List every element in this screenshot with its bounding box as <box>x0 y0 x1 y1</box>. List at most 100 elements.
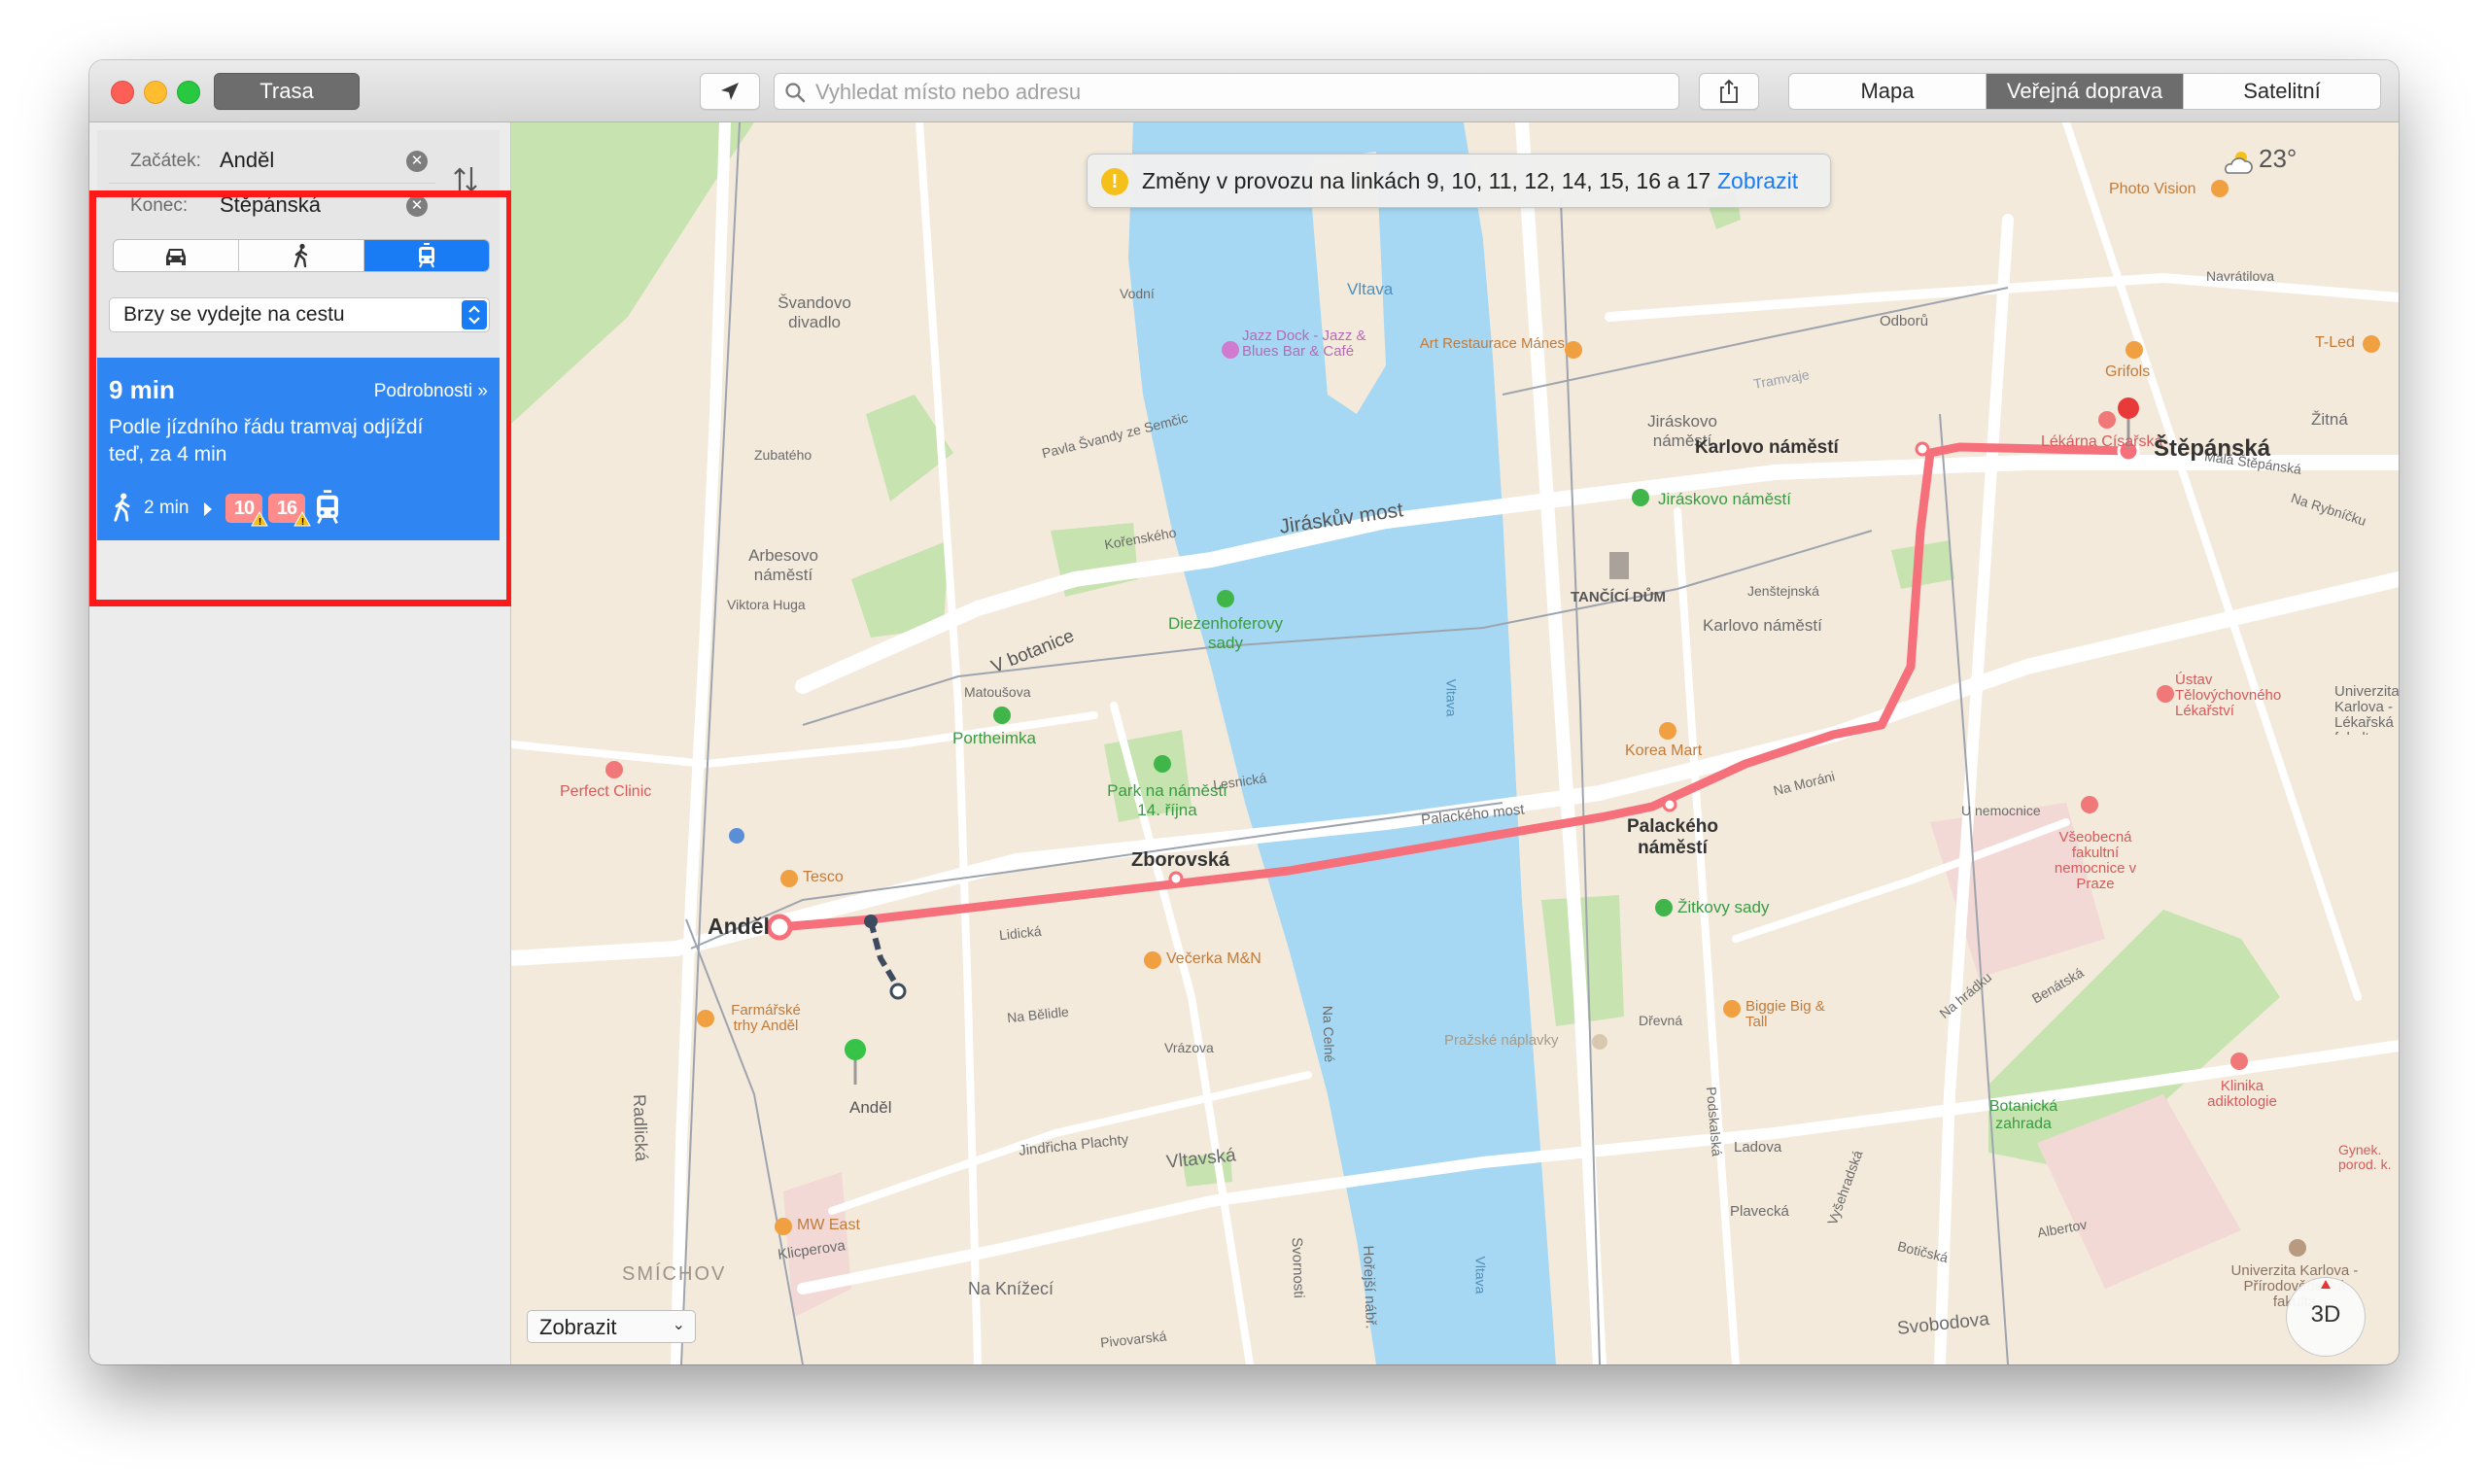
map-label: Arbesovo náměstí <box>748 546 818 584</box>
search-field[interactable] <box>774 73 1679 110</box>
chevron-down-icon: ⌄ <box>672 1317 685 1333</box>
stop-label[interactable]: Zborovská <box>1131 849 1229 872</box>
map-label: Lékárna Císařská <box>2041 433 2163 450</box>
map-label: SMÍCHOV <box>622 1263 727 1285</box>
location-arrow-icon <box>721 83 739 100</box>
map-label: Klinika adiktologie <box>2207 1078 2277 1110</box>
current-location-button[interactable] <box>700 73 760 110</box>
route-button[interactable]: Trasa <box>214 73 360 110</box>
maps-window: Trasa Mapa Veřejná doprava Satelitní <box>89 60 2399 1364</box>
minimize-window-button[interactable] <box>144 81 167 104</box>
swap-direction-icon[interactable] <box>451 163 480 196</box>
map-label: Gynek. porod. k. <box>2338 1143 2392 1172</box>
chevron-right-icon <box>204 502 212 516</box>
tram-line-badge: 10 ! <box>225 494 268 527</box>
warning-icon: ! <box>1101 168 1128 195</box>
tram-icon <box>317 490 338 524</box>
map-label: Matoušova <box>964 684 1031 700</box>
map-label: Hořejší nábř. <box>1359 1245 1379 1329</box>
map-label: Svornosti <box>1288 1236 1307 1299</box>
walk-time: 2 min <box>144 498 190 518</box>
map-view[interactable]: Švandovo divadlo Arbesovo náměstí Porthe… <box>511 122 2399 1364</box>
map-label: Univerzita Karlova - Lékařská fakulta <box>2334 684 2399 735</box>
select-arrows-icon <box>462 300 487 329</box>
warning-icon: ! <box>251 511 268 527</box>
map-view-select[interactable]: Zobrazit ⌄ <box>527 1310 696 1343</box>
end-value[interactable]: Štěpánská <box>220 192 321 218</box>
map-label: Plavecká <box>1730 1203 1789 1220</box>
tram-line-badge: 16 ! <box>268 494 311 527</box>
directions-sidebar: Začátek: Anděl ✕ Konec: Štěpánská ✕ Brzy… <box>89 122 513 1364</box>
route-option-card[interactable]: 9 min Podrobnosti » Podle jízdního řádu … <box>97 358 500 540</box>
map-label: Žitkovy sady <box>1677 898 1770 916</box>
map-label: Zubatého <box>754 447 812 463</box>
map-label: Perfect Clinic <box>560 783 652 800</box>
start-field[interactable]: Začátek: Anděl ✕ <box>109 140 435 184</box>
transport-mode-segmented-control <box>113 239 490 272</box>
map-label: Korea Mart <box>1625 742 1703 759</box>
share-icon <box>1720 79 1738 103</box>
map-label: Botanická zahrada <box>1988 1098 2058 1132</box>
start-label: Začátek: <box>130 151 201 171</box>
departure-time-select[interactable]: Brzy se vydejte na cestu <box>109 297 490 332</box>
stop-label[interactable]: Palackého náměstí <box>1619 816 1726 859</box>
car-icon <box>166 249 186 265</box>
map-label: Jenštejnská <box>1747 583 1819 599</box>
map-label: MW East <box>797 1217 860 1233</box>
weather-widget: 23° <box>2222 142 2309 177</box>
stop-label[interactable]: Karlovo náměstí <box>1695 437 1839 459</box>
map-label: Portheimka <box>952 729 1036 747</box>
compass-north-icon <box>2321 1280 2331 1289</box>
alert-show-link[interactable]: Zobrazit <box>1717 168 1798 194</box>
map-label: Tesco <box>803 869 844 885</box>
map-label: Všeobecná fakultní nemocnice v Praze <box>2054 829 2137 892</box>
search-input[interactable] <box>813 78 1673 107</box>
map-label: Večerka M&N <box>1166 950 1261 967</box>
map-label: Vodní <box>1120 286 1155 301</box>
map-label: Pražské náplavky <box>1444 1032 1559 1049</box>
share-button[interactable] <box>1699 73 1759 110</box>
tab-map[interactable]: Mapa <box>1789 74 1987 109</box>
tab-satellite[interactable]: Satelitní <box>2184 74 2380 109</box>
end-label: Konec: <box>130 195 189 216</box>
map-label: Karlovo náměstí <box>1703 616 1822 635</box>
map-label: Farmářské trhy Anděl <box>731 1002 801 1034</box>
end-field[interactable]: Konec: Štěpánská ✕ <box>109 185 435 227</box>
map-label: Viktora Huga <box>727 597 806 612</box>
map-label: Na Knížecí <box>968 1279 1054 1298</box>
clear-start-icon[interactable]: ✕ <box>406 151 428 172</box>
tram-icon <box>419 243 434 268</box>
map-label: Dřevná <box>1639 1013 1683 1028</box>
compass-3d-button[interactable]: 3D <box>2286 1277 2366 1357</box>
stop-label-end[interactable]: Štěpánská <box>2154 435 2270 463</box>
map-label: Art Restaurace Mánes <box>1419 335 1565 352</box>
map-label: Photo Vision <box>2109 181 2196 197</box>
route-description: Podle jízdního řádu tramvaj odjíždí teď,… <box>109 416 424 466</box>
walk-icon <box>114 493 130 522</box>
map-label: Vrázova <box>1164 1040 1214 1055</box>
zoom-window-button[interactable] <box>177 81 200 104</box>
warning-icon: ! <box>294 511 311 527</box>
departure-time-value: Brzy se vydejte na cestu <box>123 303 345 326</box>
map-label: U nemocnice <box>1961 803 2041 818</box>
clear-end-icon[interactable]: ✕ <box>406 195 428 217</box>
map-label: Vltava <box>1472 1256 1489 1294</box>
map-label: Na Celné <box>1320 1005 1338 1063</box>
mode-transit[interactable] <box>364 240 489 271</box>
mode-walk[interactable] <box>239 240 364 271</box>
alert-message: Změny v provozu na linkách 9, 10, 11, 12… <box>1142 168 1711 193</box>
start-value[interactable]: Anděl <box>220 148 274 173</box>
map-label: Žitná <box>2311 410 2348 429</box>
stop-label-start[interactable]: Anděl <box>708 914 770 940</box>
route-details-link[interactable]: Podrobnosti » <box>374 381 488 402</box>
map-label: Vltava <box>1443 678 1460 717</box>
close-window-button[interactable] <box>111 81 134 104</box>
partly-cloudy-icon <box>2225 152 2253 174</box>
map-label: Biggie Big & Tall <box>1745 998 1825 1030</box>
service-alert-banner: ! Změny v provozu na linkách 9, 10, 11, … <box>1087 154 1831 208</box>
map-label: Ladova <box>1734 1139 1782 1156</box>
mode-car[interactable] <box>114 240 239 271</box>
3d-label: 3D <box>2310 1301 2341 1328</box>
map-label: TANČÍCÍ DŮM <box>1571 589 1667 605</box>
tab-public-transport[interactable]: Veřejná doprava <box>1987 74 2184 109</box>
